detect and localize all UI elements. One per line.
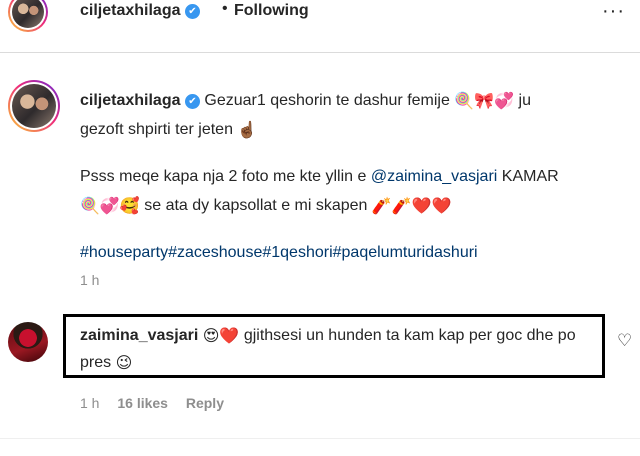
comment-timestamp: 1 h [80, 395, 100, 411]
caption-paragraph2-tail: KAMAR [501, 168, 559, 185]
mention-link[interactable]: @zaimina_vasjari [371, 168, 498, 185]
caption-emoji-4: 🧨🧨❤️❤️ [371, 196, 452, 215]
post-header: ciljetaxhilaga ✔ • Following ··· [0, 0, 640, 34]
footer-divider [0, 438, 640, 439]
verified-badge-icon: ✔ [184, 94, 200, 109]
comment-emoji-end: 😉 [115, 353, 133, 372]
following-button[interactable]: Following [234, 2, 309, 20]
profile-avatar[interactable] [8, 0, 48, 32]
caption-timestamp: 1 h [80, 272, 100, 288]
header-divider [0, 52, 640, 53]
caption-emoji-1: 🍭🎀💞 [454, 91, 515, 110]
like-heart-icon[interactable]: ♡ [617, 331, 632, 351]
caption-avatar[interactable] [8, 80, 60, 132]
comment-meta: 1 h 16 likes Reply [80, 395, 238, 411]
caption-line1-tail: ju [518, 92, 531, 109]
commenter-avatar[interactable] [8, 322, 48, 362]
caption-line2: gezoft shpirti ter jeten [80, 121, 233, 138]
hashtags-link[interactable]: #houseparty#zaceshouse#1qeshori#paqelumt… [80, 244, 478, 261]
more-options-icon[interactable]: ··· [602, 0, 625, 23]
caption-text: ciljetaxhilaga ✔ Gezuar1 qeshorin te das… [80, 86, 620, 267]
header-username[interactable]: ciljetaxhilaga [80, 2, 181, 19]
comment-likes-count[interactable]: 16 likes [117, 395, 168, 411]
comment-text: zaimina_vasjari 😍❤️ gjithsesi un hunden … [80, 322, 600, 376]
header-user: ciljetaxhilaga ✔ [80, 2, 200, 20]
caption-emoji-2: ☝🏾 [237, 120, 258, 139]
commenter-username[interactable]: zaimina_vasjari [80, 327, 198, 344]
caption-line1: Gezuar1 qeshorin te dashur femije [204, 92, 450, 109]
caption-line4: se ata dy kapsollat e mi skapen [144, 197, 368, 214]
comment-emoji-start: 😍❤️ [202, 326, 240, 345]
caption-username[interactable]: ciljetaxhilaga [80, 92, 181, 109]
separator-dot: • [222, 0, 228, 17]
caption-emoji-3: 🍭💞🥰 [80, 196, 140, 215]
reply-button[interactable]: Reply [186, 395, 224, 411]
caption-paragraph2: Psss meqe kapa nja 2 foto me kte yllin e [80, 168, 367, 185]
verified-badge-icon: ✔ [184, 4, 200, 19]
